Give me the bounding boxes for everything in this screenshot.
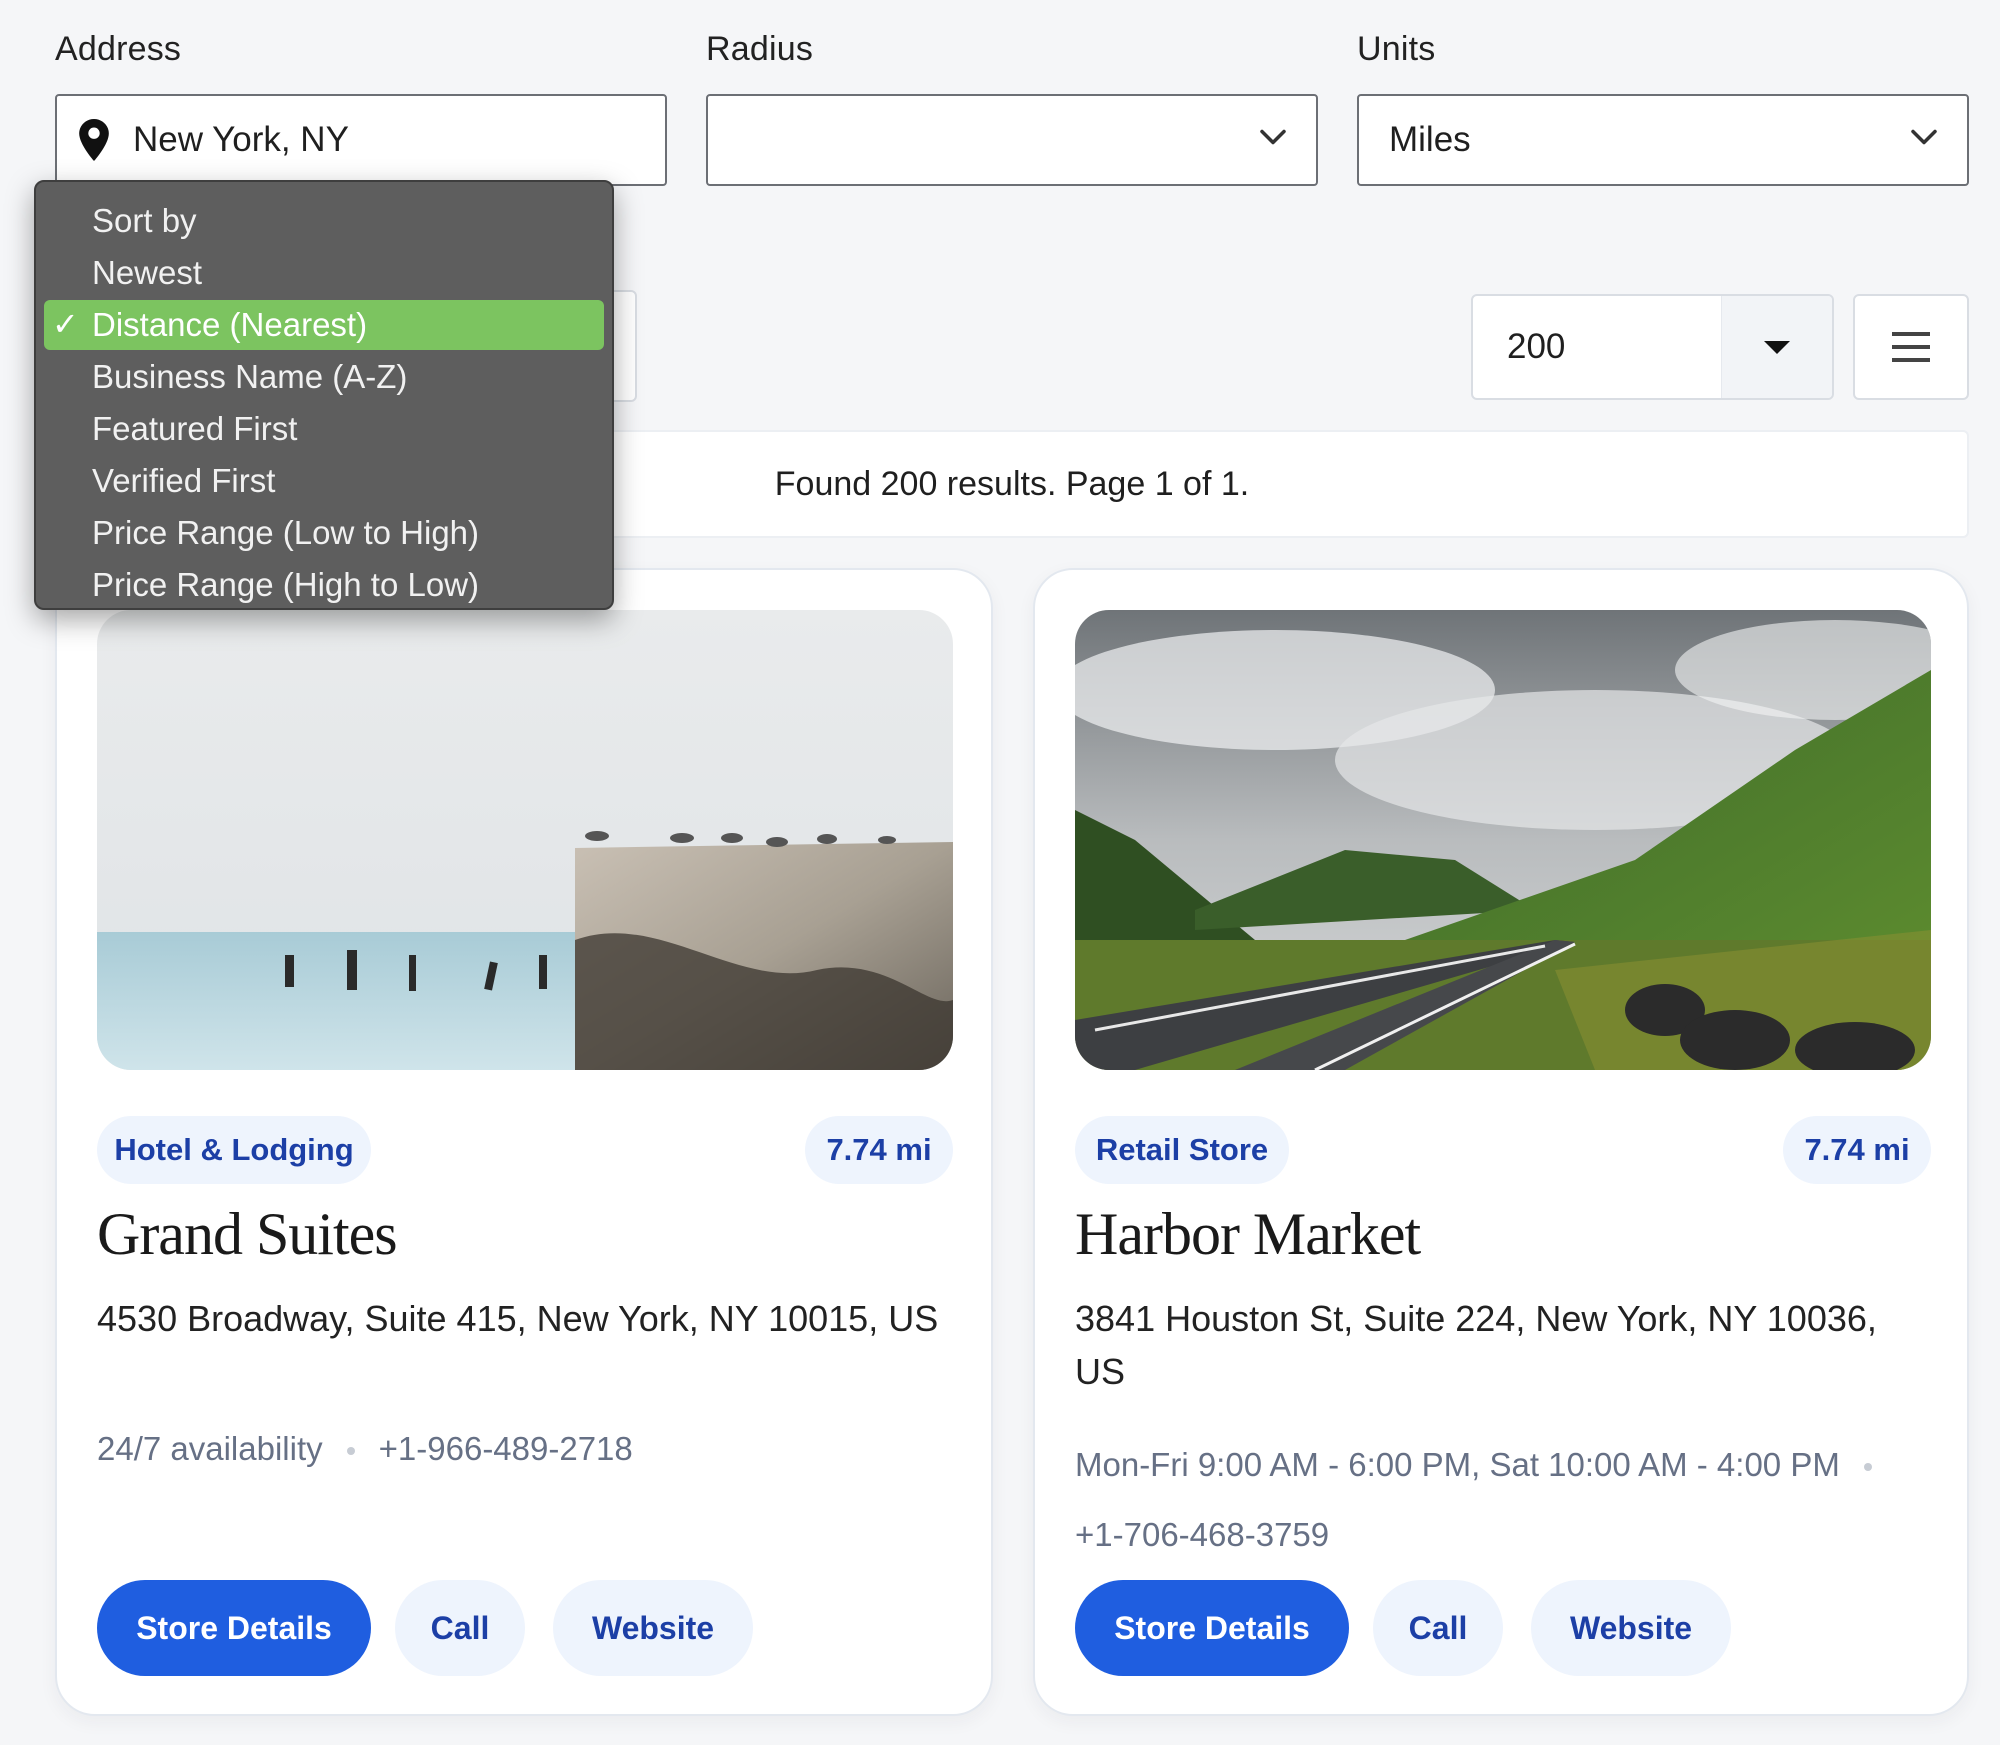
sort-option-distance[interactable]: ✓ Distance (Nearest)	[44, 300, 604, 350]
sort-dropdown-menu: Sort by Newest ✓ Distance (Nearest) Busi…	[34, 180, 614, 610]
sort-option-label: Newest	[92, 254, 203, 291]
sort-option-label: Business Name (A-Z)	[92, 358, 408, 395]
address-label: Address	[55, 30, 182, 68]
sort-option-label: Featured First	[92, 410, 298, 447]
category-badge: Retail Store	[1075, 1116, 1289, 1184]
store-address: 4530 Broadway, Suite 415, New York, NY 1…	[97, 1298, 939, 1339]
radius-select[interactable]	[706, 94, 1318, 186]
map-pin-icon	[79, 119, 109, 161]
sort-option-label: Price Range (High to Low)	[92, 566, 480, 603]
hamburger-menu-icon	[1891, 330, 1931, 364]
per-page-value: 200	[1507, 327, 1566, 366]
units-label: Units	[1357, 30, 1436, 68]
website-label: Website	[1569, 1609, 1693, 1646]
store-meta: 24/7 availability +1-966-489-2718	[97, 1430, 957, 1468]
store-details-button[interactable]: Store Details	[97, 1580, 371, 1676]
store-meta: Mon-Fri 9:00 AM - 6:00 PM, Sat 10:00 AM …	[1075, 1430, 1935, 1570]
store-hours: 24/7 availability	[97, 1430, 323, 1467]
units-select[interactable]: Miles	[1357, 94, 1969, 186]
store-card: Retail Store 7.74 mi Harbor Market 3841 …	[1033, 568, 1969, 1716]
store-name: Harbor Market	[1075, 1201, 1421, 1267]
distance-label: 7.74 mi	[826, 1132, 932, 1167]
call-label: Call	[1408, 1609, 1468, 1646]
chevron-down-icon	[1911, 129, 1937, 151]
sort-option-label: Distance (Nearest)	[92, 306, 368, 343]
distance-badge: 7.74 mi	[1783, 1116, 1931, 1184]
radius-label: Radius	[706, 30, 814, 68]
hamburger-menu-button[interactable]	[1853, 294, 1969, 400]
caret-down-icon[interactable]	[1721, 296, 1832, 398]
call-button[interactable]: Call	[395, 1580, 525, 1676]
sort-option-business-name[interactable]: Business Name (A-Z)	[44, 352, 604, 402]
distance-badge: 7.74 mi	[805, 1116, 953, 1184]
store-name: Grand Suites	[97, 1201, 398, 1267]
website-button[interactable]: Website	[1531, 1580, 1731, 1676]
call-label: Call	[430, 1609, 490, 1646]
sort-option-verified[interactable]: Verified First	[44, 456, 604, 506]
sort-option-placeholder[interactable]: Sort by	[44, 196, 604, 246]
call-button[interactable]: Call	[1373, 1580, 1503, 1676]
address-value: New York, NY	[133, 120, 349, 159]
sort-option-label: Sort by	[92, 202, 197, 239]
address-input[interactable]: New York, NY	[55, 94, 667, 186]
separator-dot	[1863, 1463, 1872, 1472]
sort-option-label: Price Range (Low to High)	[92, 514, 480, 551]
sort-option-price-low-high[interactable]: Price Range (Low to High)	[44, 508, 604, 558]
website-label: Website	[591, 1609, 715, 1646]
sort-option-newest[interactable]: Newest	[44, 248, 604, 298]
sort-option-label: Verified First	[92, 462, 276, 499]
store-image	[1075, 610, 1931, 1070]
store-card: Hotel & Lodging 7.74 mi Grand Suites 453…	[55, 568, 993, 1716]
category-badge: Hotel & Lodging	[97, 1116, 371, 1184]
store-details-label: Store Details	[1114, 1609, 1310, 1646]
chevron-down-icon	[1260, 129, 1286, 151]
results-summary: Found 200 results. Page 1 of 1.	[774, 464, 1250, 503]
sort-option-price-high-low[interactable]: Price Range (High to Low)	[44, 560, 604, 610]
website-button[interactable]: Website	[553, 1580, 753, 1676]
store-phone[interactable]: +1-706-468-3759	[1075, 1516, 1329, 1553]
checkmark-icon: ✓	[52, 306, 79, 343]
store-hours: Mon-Fri 9:00 AM - 6:00 PM, Sat 10:00 AM …	[1075, 1446, 1840, 1483]
store-details-label: Store Details	[136, 1609, 332, 1646]
store-address: 3841 Houston St, Suite 224, New York, NY…	[1075, 1298, 1877, 1392]
per-page-select[interactable]: 200	[1471, 294, 1834, 400]
store-details-button[interactable]: Store Details	[1075, 1580, 1349, 1676]
category-label: Retail Store	[1095, 1132, 1269, 1167]
category-label: Hotel & Lodging	[114, 1132, 354, 1167]
store-phone[interactable]: +1-966-489-2718	[379, 1430, 633, 1467]
distance-label: 7.74 mi	[1804, 1132, 1910, 1167]
separator-dot	[346, 1447, 355, 1456]
sort-option-featured[interactable]: Featured First	[44, 404, 604, 454]
units-value: Miles	[1389, 120, 1471, 159]
store-image	[97, 610, 953, 1070]
